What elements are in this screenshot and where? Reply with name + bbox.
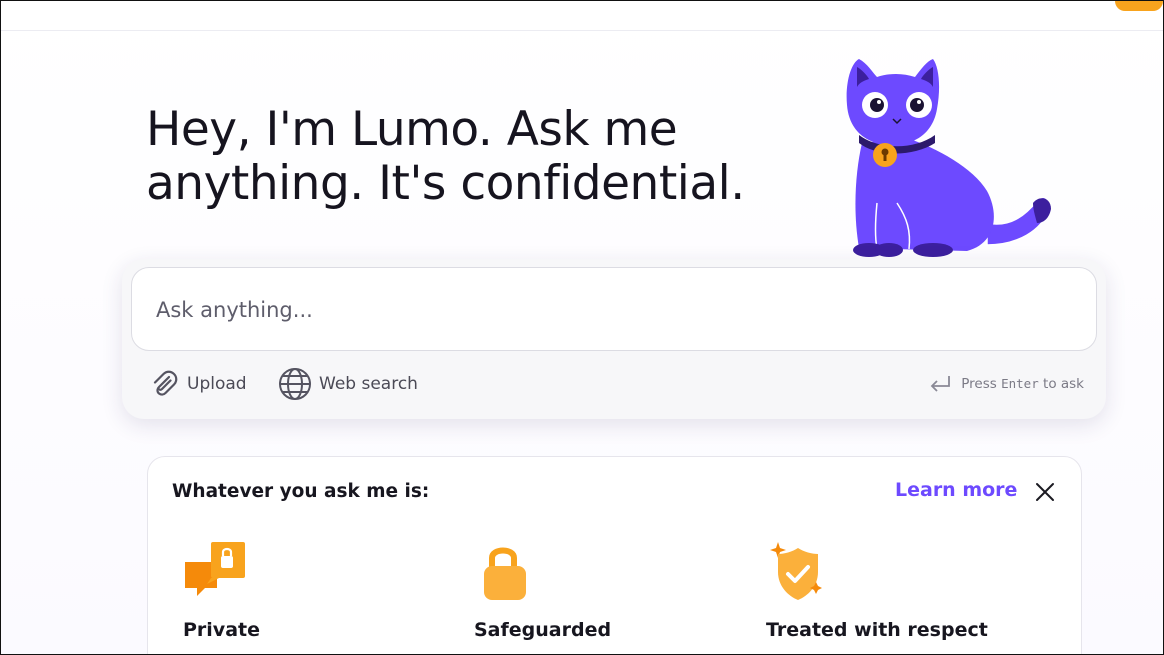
- learn-more-link[interactable]: Learn more: [895, 479, 1017, 501]
- info-card-title: Whatever you ask me is:: [172, 481, 430, 502]
- feature-respect-label: Treated with respect: [766, 619, 988, 641]
- hero-line-2: anything. It's confidential.: [146, 156, 745, 211]
- ask-input[interactable]: [156, 290, 1056, 330]
- hero-line-1: Hey, I'm Lumo. Ask me: [146, 102, 678, 157]
- lumo-cat-mascot-icon: [846, 59, 1051, 257]
- ask-input-container: [131, 267, 1097, 351]
- paperclip-icon: [153, 370, 178, 396]
- padlock-icon: [484, 547, 526, 600]
- close-icon[interactable]: [1034, 481, 1056, 503]
- chat-composer: Upload Web search Press Enter to ask: [122, 259, 1106, 419]
- enter-hint: Press Enter to ask: [927, 369, 1084, 399]
- feature-private: Private: [183, 542, 260, 641]
- hero-heading: Hey, I'm Lumo. Ask me anything. It's con…: [146, 103, 846, 211]
- enter-return-icon: [930, 376, 951, 392]
- feature-safeguarded: Safeguarded: [474, 542, 611, 641]
- top-right-accent-tab[interactable]: [1115, 1, 1163, 11]
- private-chat-lock-icon: [185, 542, 245, 596]
- feature-safeguarded-label: Safeguarded: [474, 619, 612, 641]
- top-bar: [1, 1, 1163, 31]
- hint-enter-key: Enter: [1001, 376, 1039, 391]
- upload-button[interactable]: Upload: [148, 366, 247, 402]
- upload-label: Upload: [187, 374, 247, 394]
- feature-private-label: Private: [183, 619, 260, 641]
- web-search-label: Web search: [319, 374, 418, 394]
- feature-respect: Treated with respect: [766, 542, 988, 641]
- web-search-button[interactable]: Web search: [278, 366, 418, 402]
- hint-suffix: to ask: [1043, 376, 1084, 392]
- globe-icon: [279, 368, 311, 400]
- shield-check-icon: [770, 542, 822, 600]
- app-window: Hey, I'm Lumo. Ask me anything. It's con…: [0, 0, 1164, 655]
- privacy-info-card: Whatever you ask me is: Learn more Priva…: [147, 456, 1082, 654]
- hint-press: Press: [961, 376, 997, 392]
